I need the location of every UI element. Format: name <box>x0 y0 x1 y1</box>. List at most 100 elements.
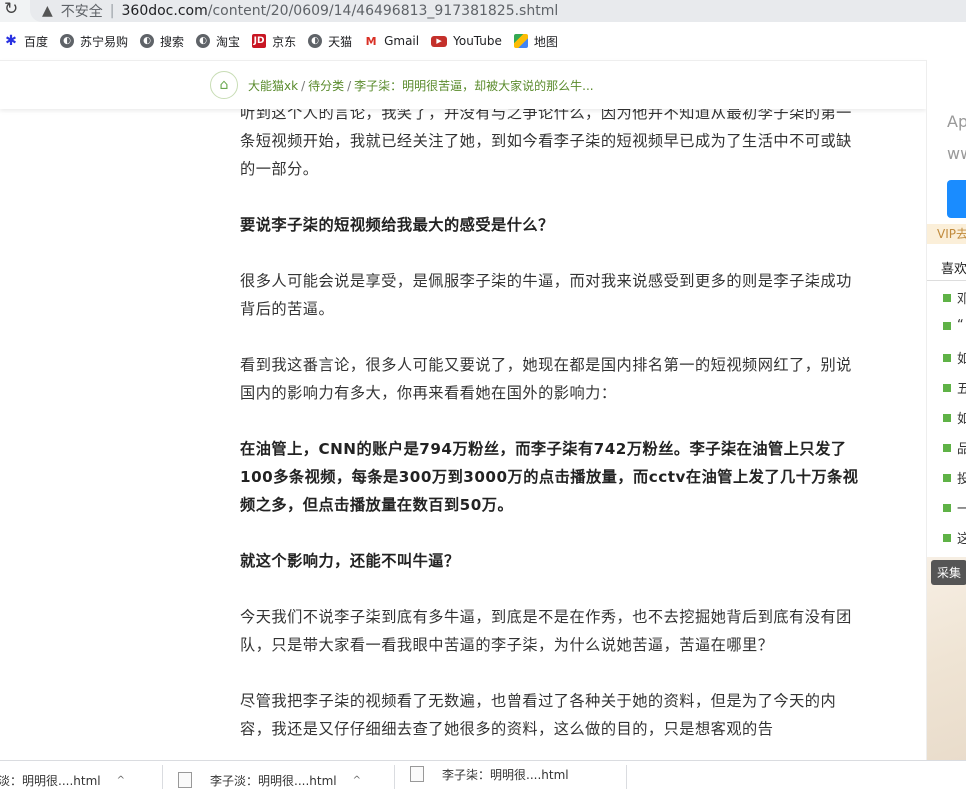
list-item-label: 品 <box>957 438 966 457</box>
bookmark-label: 地图 <box>533 34 558 49</box>
reload-icon[interactable]: ↻ <box>4 0 18 19</box>
paragraph: 很多人可能会说是享受，是佩服李子柒的牛逼，而对我来说感受到更多的则是李子柒成功背… <box>240 272 852 318</box>
list-item[interactable]: 投 <box>943 468 966 487</box>
bullet-icon <box>943 383 951 392</box>
bullet-icon <box>943 533 951 542</box>
url-path[interactable]: /content/20/0609/14/46496813_917381825.s… <box>208 3 559 19</box>
globe-icon: ◐ <box>196 34 211 48</box>
warning-icon[interactable]: ▲ <box>42 3 53 19</box>
bookmark-taobao[interactable]: ◐ 淘宝 <box>196 33 240 50</box>
bookmark-baidu[interactable]: ✱ 百度 <box>4 33 48 50</box>
sidebar-text: Ap <box>947 112 966 131</box>
bookmark-label: 百度 <box>24 34 49 49</box>
bookmark-label: 苏宁易购 <box>80 34 129 49</box>
bookmark-label: 天猫 <box>328 34 353 49</box>
list-item[interactable]: 这 <box>943 528 966 547</box>
paragraph: 看到我这番言论，很多人可能又要说了，她现在都是国内排名第一的短视频网红了，别说国… <box>240 356 852 402</box>
bullet-icon <box>943 353 951 362</box>
sidebar-button[interactable] <box>947 180 966 218</box>
breadcrumb-title: 李子柒：明明很苦逼，却被大家说的那么牛... <box>354 79 594 93</box>
bookmark-label: 京东 <box>272 34 297 49</box>
subheading: 就这个影响力，还能不叫牛逼？ <box>240 552 460 570</box>
download-item[interactable]: 李子柒：明明很....html <box>410 765 569 783</box>
bookmark-label: Gmail <box>384 34 420 48</box>
paragraph: 尽管我把李子柒的视频看了无数遍，也曾看过了各种关于她的资料，但是为了今天的内容，… <box>240 692 837 738</box>
file-icon <box>410 766 424 782</box>
sidebar-text: ww <box>947 144 966 163</box>
baidu-icon: ✱ <box>5 33 17 49</box>
breadcrumb-separator: / <box>301 79 306 93</box>
list-item-label: 邓 <box>957 288 966 307</box>
download-label: 李子淡：明明很....html <box>210 773 337 788</box>
divider <box>927 280 966 281</box>
bookmark-gmail[interactable]: M Gmail <box>364 34 420 48</box>
divider <box>162 765 163 789</box>
jd-icon: JD <box>252 34 267 48</box>
list-item[interactable]: 品 <box>943 438 966 457</box>
article-body: 听到这个人的言论，我笑了，并没有与之争论什么，因为他并不知道从最初李子柒的第一条… <box>240 101 862 771</box>
separator: | <box>109 3 115 19</box>
download-label: 淡：明明很....html <box>0 773 101 788</box>
list-item-label: 一 <box>957 498 966 517</box>
bookmarks-bar: ✱ 百度 ◐ 苏宁易购 ◐ 搜索 ◐ 淘宝 JD 京东 ◐ 天猫 M Gmail ▶ YouTu… <box>0 22 966 60</box>
paragraph: 今天我们不说李子柒到底有多牛逼，到底是不是在作秀，也不去挖掘她背后到底有没有团队… <box>240 608 852 654</box>
bookmark-label: 搜索 <box>160 34 185 49</box>
right-sidebar: Ap ww VIP去 喜欢 邓 “ 如 五 如 品 投 一 这 采集 <box>926 60 966 760</box>
list-item[interactable]: 如 <box>943 348 966 367</box>
download-bar: 淡：明明很....html ^ 李子淡：明明很....html ^ 李子柒：明明很.… <box>0 760 966 789</box>
sidebar-image[interactable]: 采集 <box>927 557 966 760</box>
address-bar: ↻ ▲ 不安全 | 360doc.com/content/20/0609/14/… <box>0 0 966 22</box>
omnibox[interactable]: ▲ 不安全 | 360doc.com/content/20/0609/14/46… <box>30 0 966 22</box>
breadcrumb: 大能猫xk / 待分类 / 李子柒：明明很苦逼，却被大家说的那么牛... <box>248 77 594 94</box>
bullet-icon <box>943 413 951 422</box>
breadcrumb-user[interactable]: 大能猫xk <box>248 79 298 93</box>
list-item-label: “ <box>957 318 964 333</box>
bookmark-jd[interactable]: JD 京东 <box>252 33 296 50</box>
bullet-icon <box>943 321 951 330</box>
list-item[interactable]: 一 <box>943 498 966 517</box>
breadcrumb-header: ⌂ 大能猫xk / 待分类 / 李子柒：明明很苦逼，却被大家说的那么牛... <box>0 60 926 109</box>
list-item[interactable]: 邓 <box>943 288 966 307</box>
paragraph: 听到这个人的言论，我笑了，并没有与之争论什么，因为他并不知道从最初李子柒的第一条… <box>240 104 852 178</box>
globe-icon: ◐ <box>60 34 75 48</box>
chevron-up-icon[interactable]: ^ <box>353 775 361 786</box>
file-icon <box>178 772 192 788</box>
globe-icon: ◐ <box>140 34 155 48</box>
list-item-label: 如 <box>957 408 966 427</box>
paragraph-bold: 在油管上，CNN的账户是794万粉丝，而李子柒有742万粉丝。李子柒在油管上只发… <box>240 440 859 514</box>
divider <box>626 765 627 789</box>
bullet-icon <box>943 473 951 482</box>
vip-banner[interactable]: VIP去 <box>927 224 966 244</box>
like-title: 喜欢 <box>941 262 966 277</box>
globe-icon: ◐ <box>308 34 323 48</box>
download-item[interactable]: 淡：明明很....html ^ <box>0 771 125 789</box>
download-label: 李子柒：明明很....html <box>442 767 569 782</box>
bookmark-search[interactable]: ◐ 搜索 <box>140 33 184 50</box>
bookmark-suning[interactable]: ◐ 苏宁易购 <box>60 33 128 50</box>
youtube-icon: ▶ <box>431 35 448 47</box>
list-item-label: 五 <box>957 378 966 397</box>
list-item-label: 投 <box>957 468 966 487</box>
list-item[interactable]: “ <box>943 318 964 333</box>
bookmark-label: YouTube <box>453 34 502 48</box>
breadcrumb-separator: / <box>347 79 352 93</box>
collect-badge[interactable]: 采集 <box>931 560 966 585</box>
divider <box>394 765 395 789</box>
url-host[interactable]: 360doc.com <box>122 3 208 19</box>
bullet-icon <box>943 443 951 452</box>
list-item[interactable]: 五 <box>943 378 966 397</box>
breadcrumb-category[interactable]: 待分类 <box>308 79 344 93</box>
list-item[interactable]: 如 <box>943 408 966 427</box>
gmail-icon: M <box>365 34 377 48</box>
bookmark-youtube[interactable]: ▶ YouTube <box>431 34 502 48</box>
bookmark-label: 淘宝 <box>216 34 241 49</box>
list-item-label: 如 <box>957 348 966 367</box>
subheading: 要说李子柒的短视频给我最大的感受是什么？ <box>240 216 554 234</box>
home-icon[interactable]: ⌂ <box>210 71 238 99</box>
download-item[interactable]: 李子淡：明明很....html ^ <box>178 771 361 789</box>
maps-icon <box>513 34 528 48</box>
bookmark-tmall[interactable]: ◐ 天猫 <box>308 33 352 50</box>
security-label[interactable]: 不安全 <box>61 1 103 21</box>
chevron-up-icon[interactable]: ^ <box>117 775 125 786</box>
bookmark-maps[interactable]: 地图 <box>513 33 558 50</box>
